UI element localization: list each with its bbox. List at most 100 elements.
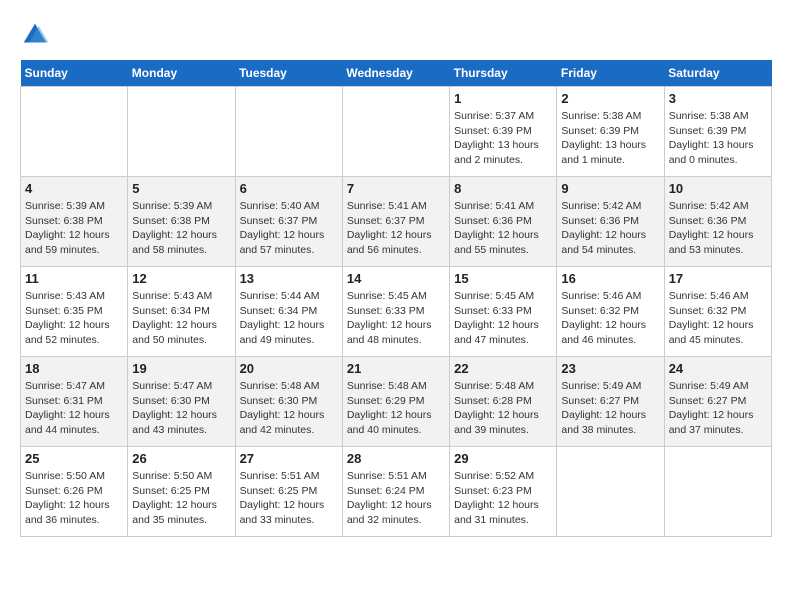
calendar-cell: 11 Sunrise: 5:43 AM Sunset: 6:35 PM Dayli… — [21, 267, 128, 357]
day-info: Sunrise: 5:41 AM Sunset: 6:36 PM Dayligh… — [454, 199, 552, 258]
calendar-cell: 18 Sunrise: 5:47 AM Sunset: 6:31 PM Dayli… — [21, 357, 128, 447]
day-info: Sunrise: 5:45 AM Sunset: 6:33 PM Dayligh… — [347, 289, 445, 348]
day-info: Sunrise: 5:38 AM Sunset: 6:39 PM Dayligh… — [561, 109, 659, 168]
day-number: 22 — [454, 361, 552, 376]
day-number: 12 — [132, 271, 230, 286]
day-info: Sunrise: 5:42 AM Sunset: 6:36 PM Dayligh… — [669, 199, 767, 258]
weekday-header-saturday: Saturday — [664, 60, 771, 87]
calendar-cell: 19Sunrise: 5:47 AM Sunset: 6:30 PM Dayli… — [128, 357, 235, 447]
week-row-2: 4 Sunrise: 5:39 AM Sunset: 6:38 PM Daylig… — [21, 177, 772, 267]
day-number: 27 — [240, 451, 338, 466]
day-number: 5 — [132, 181, 230, 196]
week-row-5: 25 Sunrise: 5:50 AM Sunset: 6:26 PM Dayli… — [21, 447, 772, 537]
day-number: 9 — [561, 181, 659, 196]
day-info: Sunrise: 5:41 AM Sunset: 6:37 PM Dayligh… — [347, 199, 445, 258]
calendar-cell: 10 Sunrise: 5:42 AM Sunset: 6:36 PM Dayli… — [664, 177, 771, 267]
day-info: Sunrise: 5:45 AM Sunset: 6:33 PM Dayligh… — [454, 289, 552, 348]
day-number: 20 — [240, 361, 338, 376]
calendar-cell: 29 Sunrise: 5:52 AM Sunset: 6:23 PM Dayli… — [450, 447, 557, 537]
calendar-cell: 27Sunrise: 5:51 AM Sunset: 6:25 PM Dayli… — [235, 447, 342, 537]
weekday-header-monday: Monday — [128, 60, 235, 87]
week-row-1: 1 Sunrise: 5:37 AM Sunset: 6:39 PM Daylig… — [21, 87, 772, 177]
day-info: Sunrise: 5:38 AM Sunset: 6:39 PM Dayligh… — [669, 109, 767, 168]
day-info: Sunrise: 5:46 AM Sunset: 6:32 PM Dayligh… — [561, 289, 659, 348]
calendar-cell: 17 Sunrise: 5:46 AM Sunset: 6:32 PM Dayli… — [664, 267, 771, 357]
day-number: 10 — [669, 181, 767, 196]
calendar-cell: 16 Sunrise: 5:46 AM Sunset: 6:32 PM Dayli… — [557, 267, 664, 357]
day-number: 4 — [25, 181, 123, 196]
calendar-cell: 21Sunrise: 5:48 AM Sunset: 6:29 PM Dayli… — [342, 357, 449, 447]
calendar-cell: 9Sunrise: 5:42 AM Sunset: 6:36 PM Daylig… — [557, 177, 664, 267]
day-info: Sunrise: 5:40 AM Sunset: 6:37 PM Dayligh… — [240, 199, 338, 258]
calendar-cell — [342, 87, 449, 177]
day-number: 16 — [561, 271, 659, 286]
week-row-4: 18 Sunrise: 5:47 AM Sunset: 6:31 PM Dayli… — [21, 357, 772, 447]
calendar-cell: 6 Sunrise: 5:40 AM Sunset: 6:37 PM Daylig… — [235, 177, 342, 267]
day-info: Sunrise: 5:48 AM Sunset: 6:30 PM Dayligh… — [240, 379, 338, 438]
calendar-cell: 22 Sunrise: 5:48 AM Sunset: 6:28 PM Dayli… — [450, 357, 557, 447]
weekday-header-sunday: Sunday — [21, 60, 128, 87]
page-header — [20, 20, 772, 50]
calendar-table: SundayMondayTuesdayWednesdayThursdayFrid… — [20, 60, 772, 537]
calendar-cell: 4Sunrise: 5:39 AM Sunset: 6:38 PM Daylig… — [21, 177, 128, 267]
day-info: Sunrise: 5:52 AM Sunset: 6:23 PM Dayligh… — [454, 469, 552, 528]
day-number: 17 — [669, 271, 767, 286]
day-info: Sunrise: 5:37 AM Sunset: 6:39 PM Dayligh… — [454, 109, 552, 168]
day-info: Sunrise: 5:44 AM Sunset: 6:34 PM Dayligh… — [240, 289, 338, 348]
calendar-cell: 5 Sunrise: 5:39 AM Sunset: 6:38 PM Daylig… — [128, 177, 235, 267]
day-info: Sunrise: 5:43 AM Sunset: 6:34 PM Dayligh… — [132, 289, 230, 348]
day-number: 6 — [240, 181, 338, 196]
day-number: 7 — [347, 181, 445, 196]
calendar-cell: 26 Sunrise: 5:50 AM Sunset: 6:25 PM Dayli… — [128, 447, 235, 537]
day-info: Sunrise: 5:49 AM Sunset: 6:27 PM Dayligh… — [669, 379, 767, 438]
calendar-cell: 8 Sunrise: 5:41 AM Sunset: 6:36 PM Daylig… — [450, 177, 557, 267]
calendar-cell — [235, 87, 342, 177]
day-number: 14 — [347, 271, 445, 286]
logo-icon — [20, 20, 50, 50]
day-number: 1 — [454, 91, 552, 106]
calendar-cell: 25 Sunrise: 5:50 AM Sunset: 6:26 PM Dayli… — [21, 447, 128, 537]
day-number: 8 — [454, 181, 552, 196]
calendar-cell: 24 Sunrise: 5:49 AM Sunset: 6:27 PM Dayli… — [664, 357, 771, 447]
day-info: Sunrise: 5:47 AM Sunset: 6:31 PM Dayligh… — [25, 379, 123, 438]
calendar-cell: 1 Sunrise: 5:37 AM Sunset: 6:39 PM Daylig… — [450, 87, 557, 177]
calendar-cell — [664, 447, 771, 537]
day-number: 18 — [25, 361, 123, 376]
calendar-cell: 12 Sunrise: 5:43 AM Sunset: 6:34 PM Dayli… — [128, 267, 235, 357]
calendar-cell — [557, 447, 664, 537]
weekday-header-row: SundayMondayTuesdayWednesdayThursdayFrid… — [21, 60, 772, 87]
day-number: 15 — [454, 271, 552, 286]
calendar-cell: 15 Sunrise: 5:45 AM Sunset: 6:33 PM Dayli… — [450, 267, 557, 357]
calendar-cell: 2 Sunrise: 5:38 AM Sunset: 6:39 PM Daylig… — [557, 87, 664, 177]
calendar-cell: 14 Sunrise: 5:45 AM Sunset: 6:33 PM Dayli… — [342, 267, 449, 357]
calendar-cell — [128, 87, 235, 177]
weekday-header-thursday: Thursday — [450, 60, 557, 87]
day-info: Sunrise: 5:51 AM Sunset: 6:24 PM Dayligh… — [347, 469, 445, 528]
day-info: Sunrise: 5:48 AM Sunset: 6:28 PM Dayligh… — [454, 379, 552, 438]
day-info: Sunrise: 5:43 AM Sunset: 6:35 PM Dayligh… — [25, 289, 123, 348]
day-number: 23 — [561, 361, 659, 376]
day-info: Sunrise: 5:39 AM Sunset: 6:38 PM Dayligh… — [132, 199, 230, 258]
weekday-header-friday: Friday — [557, 60, 664, 87]
day-number: 24 — [669, 361, 767, 376]
logo — [20, 20, 54, 50]
day-info: Sunrise: 5:47 AM Sunset: 6:30 PM Dayligh… — [132, 379, 230, 438]
day-number: 26 — [132, 451, 230, 466]
calendar-cell: 13 Sunrise: 5:44 AM Sunset: 6:34 PM Dayli… — [235, 267, 342, 357]
day-number: 11 — [25, 271, 123, 286]
calendar-cell: 20 Sunrise: 5:48 AM Sunset: 6:30 PM Dayli… — [235, 357, 342, 447]
day-number: 28 — [347, 451, 445, 466]
day-info: Sunrise: 5:50 AM Sunset: 6:26 PM Dayligh… — [25, 469, 123, 528]
calendar-cell — [21, 87, 128, 177]
day-info: Sunrise: 5:48 AM Sunset: 6:29 PM Dayligh… — [347, 379, 445, 438]
day-info: Sunrise: 5:46 AM Sunset: 6:32 PM Dayligh… — [669, 289, 767, 348]
calendar-cell: 3 Sunrise: 5:38 AM Sunset: 6:39 PM Daylig… — [664, 87, 771, 177]
day-number: 25 — [25, 451, 123, 466]
week-row-3: 11 Sunrise: 5:43 AM Sunset: 6:35 PM Dayli… — [21, 267, 772, 357]
day-number: 29 — [454, 451, 552, 466]
day-number: 13 — [240, 271, 338, 286]
day-number: 3 — [669, 91, 767, 106]
day-number: 2 — [561, 91, 659, 106]
calendar-cell: 28 Sunrise: 5:51 AM Sunset: 6:24 PM Dayli… — [342, 447, 449, 537]
day-info: Sunrise: 5:50 AM Sunset: 6:25 PM Dayligh… — [132, 469, 230, 528]
